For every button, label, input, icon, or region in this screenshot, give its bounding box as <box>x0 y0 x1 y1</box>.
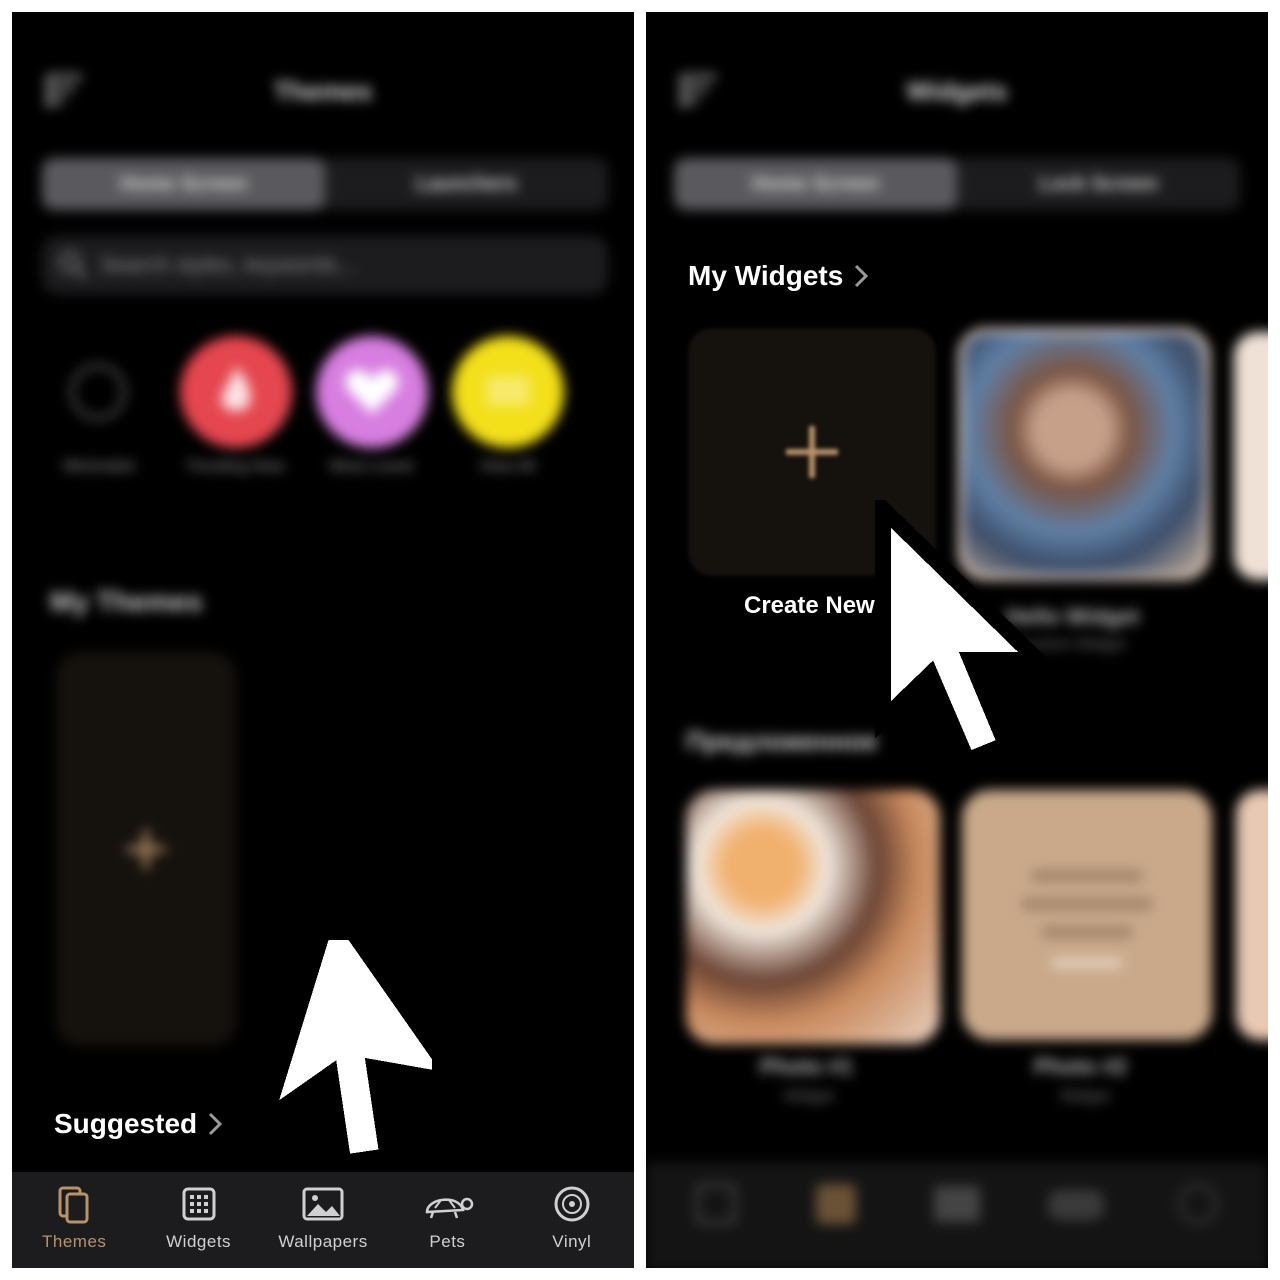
wallpapers-icon[interactable] <box>934 1186 980 1222</box>
cursor-arrow-icon <box>250 940 432 1172</box>
widget-thumbnail-partial[interactable] <box>1234 332 1268 580</box>
plus-icon: + <box>122 804 170 893</box>
widgets-screen: Widgets Home Screen Lock Screen My Widge… <box>646 12 1268 1268</box>
category-label: Most Loved <box>329 458 413 475</box>
segment-launchers[interactable]: Launchers <box>325 158 608 210</box>
heart-icon <box>345 369 399 414</box>
page-title: Widgets <box>906 76 1008 106</box>
turtle-icon[interactable] <box>1048 1190 1104 1220</box>
segmented-control: Home Screen Launchers <box>42 158 608 210</box>
suggested-item-sub: Widget <box>784 1088 834 1105</box>
page-title: Themes <box>273 76 373 106</box>
suggested-title: Предложенное <box>686 726 878 756</box>
themes-icon[interactable] <box>696 1184 736 1224</box>
vinyl-icon <box>554 1186 590 1222</box>
tab-label: Wallpapers <box>278 1232 368 1251</box>
suggested-title: Suggested <box>54 1108 198 1139</box>
category-view-all[interactable] <box>452 336 564 448</box>
suggested-photo-partial[interactable] <box>1236 790 1268 1040</box>
my-widgets-header[interactable]: My Widgets <box>688 260 869 292</box>
segment-home-screen[interactable]: Home Screen <box>42 158 325 210</box>
tab-bar <box>646 1162 1268 1268</box>
category-minimalist[interactable] <box>42 336 154 448</box>
segment-lock-screen[interactable]: Lock Screen <box>957 158 1240 210</box>
category-label: View All <box>479 458 535 475</box>
fire-icon <box>221 366 251 411</box>
tab-label: Themes <box>41 1232 107 1251</box>
widgets-icon[interactable] <box>816 1184 856 1224</box>
suggested-item-sub: Widget <box>1060 1088 1110 1105</box>
search-input[interactable]: Search styles, keywords... <box>42 236 608 294</box>
tab-label: Vinyl <box>552 1232 592 1251</box>
suggested-item-name: Photo #1 <box>760 1054 853 1079</box>
suggested-photo-1[interactable] <box>686 790 940 1044</box>
suggested-photo-2[interactable] <box>962 790 1212 1040</box>
cursor-arrow-icon <box>874 500 1050 771</box>
themes-screen: Themes Home Screen Launchers Search styl… <box>12 12 634 1268</box>
tab-vinyl[interactable]: Vinyl <box>510 1172 634 1268</box>
my-widgets-title: My Widgets <box>688 260 844 291</box>
tab-themes[interactable]: Themes <box>12 1172 136 1268</box>
blurred-header: Widgets Home Screen Lock Screen <box>646 12 1268 272</box>
category-trending[interactable] <box>180 336 292 448</box>
tab-label: Pets <box>429 1232 466 1251</box>
category-most-loved[interactable] <box>316 336 428 448</box>
segment-home-screen[interactable]: Home Screen <box>674 158 957 210</box>
themes-icon <box>58 1186 89 1224</box>
ring-icon <box>69 363 127 421</box>
segmented-control: Home Screen Lock Screen <box>674 158 1240 210</box>
add-theme-button[interactable]: + <box>56 652 236 1046</box>
search-icon <box>59 251 88 280</box>
chevron-right-icon <box>855 264 869 288</box>
category-label: Trending Now <box>185 458 285 475</box>
square-icon <box>486 376 530 406</box>
vinyl-icon[interactable] <box>1178 1184 1218 1224</box>
tab-label: Widgets <box>166 1232 232 1251</box>
suggested-header[interactable]: Suggested <box>54 1108 223 1140</box>
my-themes-title: My Themes <box>50 586 203 617</box>
suggested-item-name: Photo #2 <box>1034 1054 1127 1079</box>
category-label: Minimalist <box>63 458 135 475</box>
search-placeholder: Search styles, keywords... <box>100 252 356 277</box>
